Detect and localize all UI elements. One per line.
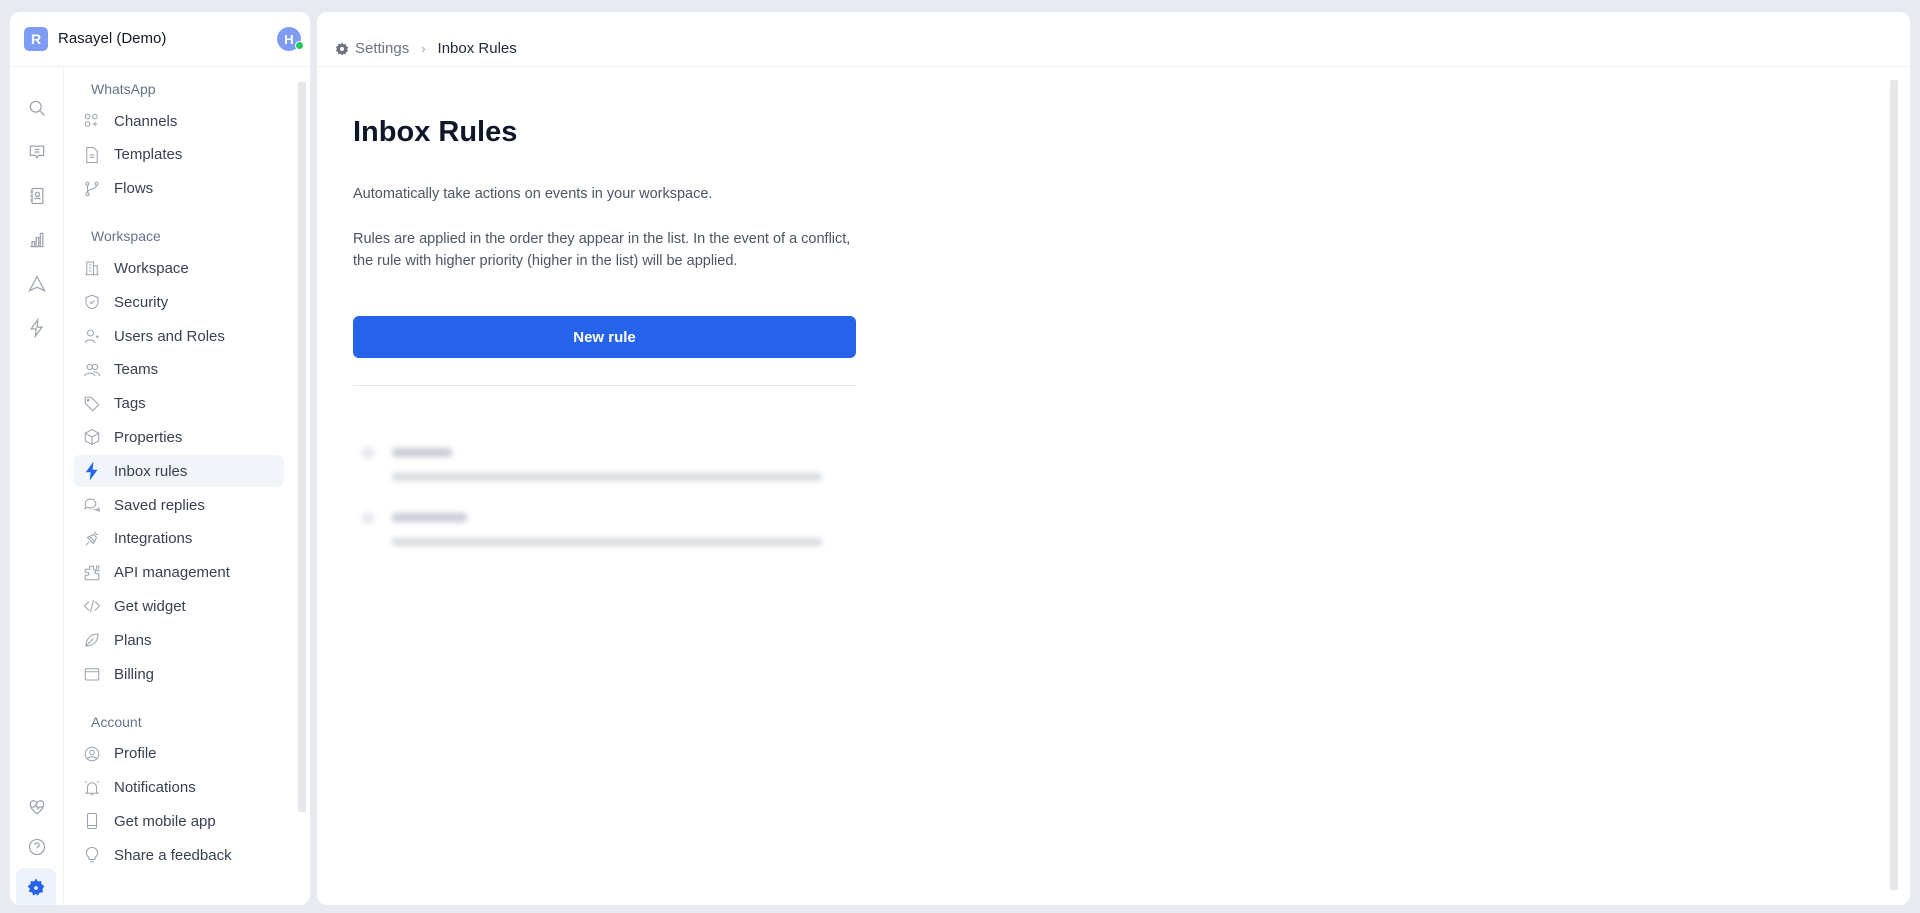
sidebar-item-label: Users and Roles <box>114 327 225 345</box>
teams-icon <box>83 363 101 377</box>
sidebar-item-profile[interactable]: Profile <box>74 738 284 770</box>
sidebar-item-label: Integrations <box>114 530 193 548</box>
nav-section-heading: Workspace <box>91 228 161 245</box>
sidebar-item-channels[interactable]: Channels <box>74 105 284 137</box>
breadcrumb-bar: Settings › Inbox Rules <box>317 12 1910 67</box>
workspace-icon <box>85 261 99 276</box>
settings-nav: WhatsApp Channels Templates Flows Workspace W… <box>64 67 298 905</box>
sidebar-item-share-a-feedback[interactable]: Share a feedback <box>74 839 284 871</box>
search-icon[interactable] <box>24 95 50 121</box>
avatar[interactable]: H <box>277 27 304 51</box>
notifications-icon <box>84 780 100 795</box>
integrations-icon <box>85 531 98 546</box>
profile-icon <box>84 746 100 762</box>
templates-icon <box>86 146 98 163</box>
new-rule-button[interactable]: New rule <box>353 316 856 358</box>
health-icon[interactable] <box>24 794 50 820</box>
breadcrumb: Settings › Inbox Rules <box>335 40 517 57</box>
sidebar-item-label: Flows <box>114 180 154 198</box>
sidebar-item-label: Channels <box>114 112 178 130</box>
sidebar-scrollbar[interactable] <box>298 82 306 812</box>
sidebar-item-label: Teams <box>114 361 159 379</box>
help-icon[interactable] <box>24 834 50 860</box>
icon-rail <box>10 67 64 905</box>
nav-section-heading: Account <box>91 713 142 730</box>
billing-icon <box>84 668 100 681</box>
sidebar-item-label: Workspace <box>114 259 189 277</box>
sidebar-item-label: Tags <box>114 395 146 413</box>
sidebar-item-label: Plans <box>114 631 152 649</box>
sidebar-item-inbox-rules[interactable]: Inbox rules <box>74 455 284 488</box>
saved-replies-icon <box>84 498 101 512</box>
sidebar-item-notifications[interactable]: Notifications <box>74 772 284 804</box>
sidebar-item-get-widget[interactable]: Get widget <box>74 590 284 622</box>
inbox-rules-icon <box>85 462 98 481</box>
automation-icon[interactable] <box>24 315 50 341</box>
sidebar-item-label: Security <box>114 293 169 311</box>
sidebar-item-tags[interactable]: Tags <box>74 388 284 420</box>
settings-icon[interactable] <box>16 868 56 905</box>
channels-icon <box>84 113 98 127</box>
plans-icon <box>85 633 99 647</box>
sidebar-item-label: Get widget <box>114 597 186 615</box>
sidebar-item-api-management[interactable]: API management <box>74 557 284 589</box>
sidebar-item-users-and-roles[interactable]: Users and Roles <box>74 320 284 352</box>
security-icon <box>85 294 99 310</box>
users-and-roles-icon <box>84 329 99 344</box>
tags-icon <box>84 396 100 412</box>
divider <box>353 385 856 386</box>
chat-icon[interactable] <box>24 139 50 165</box>
avatar-initial: H <box>284 31 294 47</box>
share-a-feedback-icon <box>85 847 99 863</box>
sidebar-item-label: Inbox rules <box>114 462 188 480</box>
online-status-dot <box>295 41 304 50</box>
get-mobile-app-icon <box>86 813 98 830</box>
sidebar-item-teams[interactable]: Teams <box>74 354 284 386</box>
sidebar-item-label: API management <box>114 564 230 582</box>
get-widget-icon <box>83 600 101 613</box>
breadcrumb-settings[interactable]: Settings <box>355 40 409 57</box>
sidebar-item-workspace[interactable]: Workspace <box>74 252 284 284</box>
sidebar-item-label: Share a feedback <box>114 846 232 864</box>
workspace-name[interactable]: Rasayel (Demo) <box>58 30 166 47</box>
reports-icon[interactable] <box>24 227 50 253</box>
sidebar-item-integrations[interactable]: Integrations <box>74 523 284 555</box>
workspace-header[interactable]: R Rasayel (Demo) H <box>10 12 310 67</box>
sidebar-item-label: Get mobile app <box>114 812 216 830</box>
sidebar-item-label: Billing <box>114 665 155 683</box>
page-description-priority: Rules are applied in the order they appe… <box>353 231 851 269</box>
sidebar-item-label: Properties <box>114 428 183 446</box>
sidebar-item-plans[interactable]: Plans <box>74 624 284 656</box>
sidebar-item-label: Templates <box>114 146 183 164</box>
breadcrumb-current: Inbox Rules <box>437 40 517 57</box>
contacts-icon[interactable] <box>24 183 50 209</box>
chevron-right-icon: › <box>421 41 426 56</box>
main-scrollbar[interactable] <box>1890 80 1898 890</box>
workspace-badge: R <box>24 27 48 51</box>
settings-gear-icon <box>335 42 349 55</box>
sidebar-item-saved-replies[interactable]: Saved replies <box>74 489 284 521</box>
sidebar: R Rasayel (Demo) H WhatsApp Channels Templ… <box>10 12 310 905</box>
nav-section-heading: WhatsApp <box>91 81 156 97</box>
page-title: Inbox Rules <box>353 116 518 148</box>
broadcast-icon[interactable] <box>24 271 50 297</box>
sidebar-item-billing[interactable]: Billing <box>74 658 284 690</box>
flows-icon <box>85 181 99 196</box>
sidebar-item-label: Saved replies <box>114 496 205 514</box>
sidebar-item-label: Profile <box>114 745 157 763</box>
api-management-icon <box>84 565 100 580</box>
sidebar-item-label: Notifications <box>114 779 196 797</box>
sidebar-item-templates[interactable]: Templates <box>74 139 284 171</box>
rule-item[interactable] <box>362 502 842 562</box>
sidebar-item-flows[interactable]: Flows <box>74 173 284 205</box>
sidebar-item-properties[interactable]: Properties <box>74 421 284 453</box>
page-description: Automatically take actions on events in … <box>353 186 713 202</box>
properties-icon <box>84 429 100 446</box>
main-content: Settings › Inbox Rules Inbox Rules Autom… <box>317 12 1910 905</box>
sidebar-item-get-mobile-app[interactable]: Get mobile app <box>74 805 284 837</box>
rule-item[interactable] <box>362 437 842 497</box>
sidebar-item-security[interactable]: Security <box>74 286 284 318</box>
